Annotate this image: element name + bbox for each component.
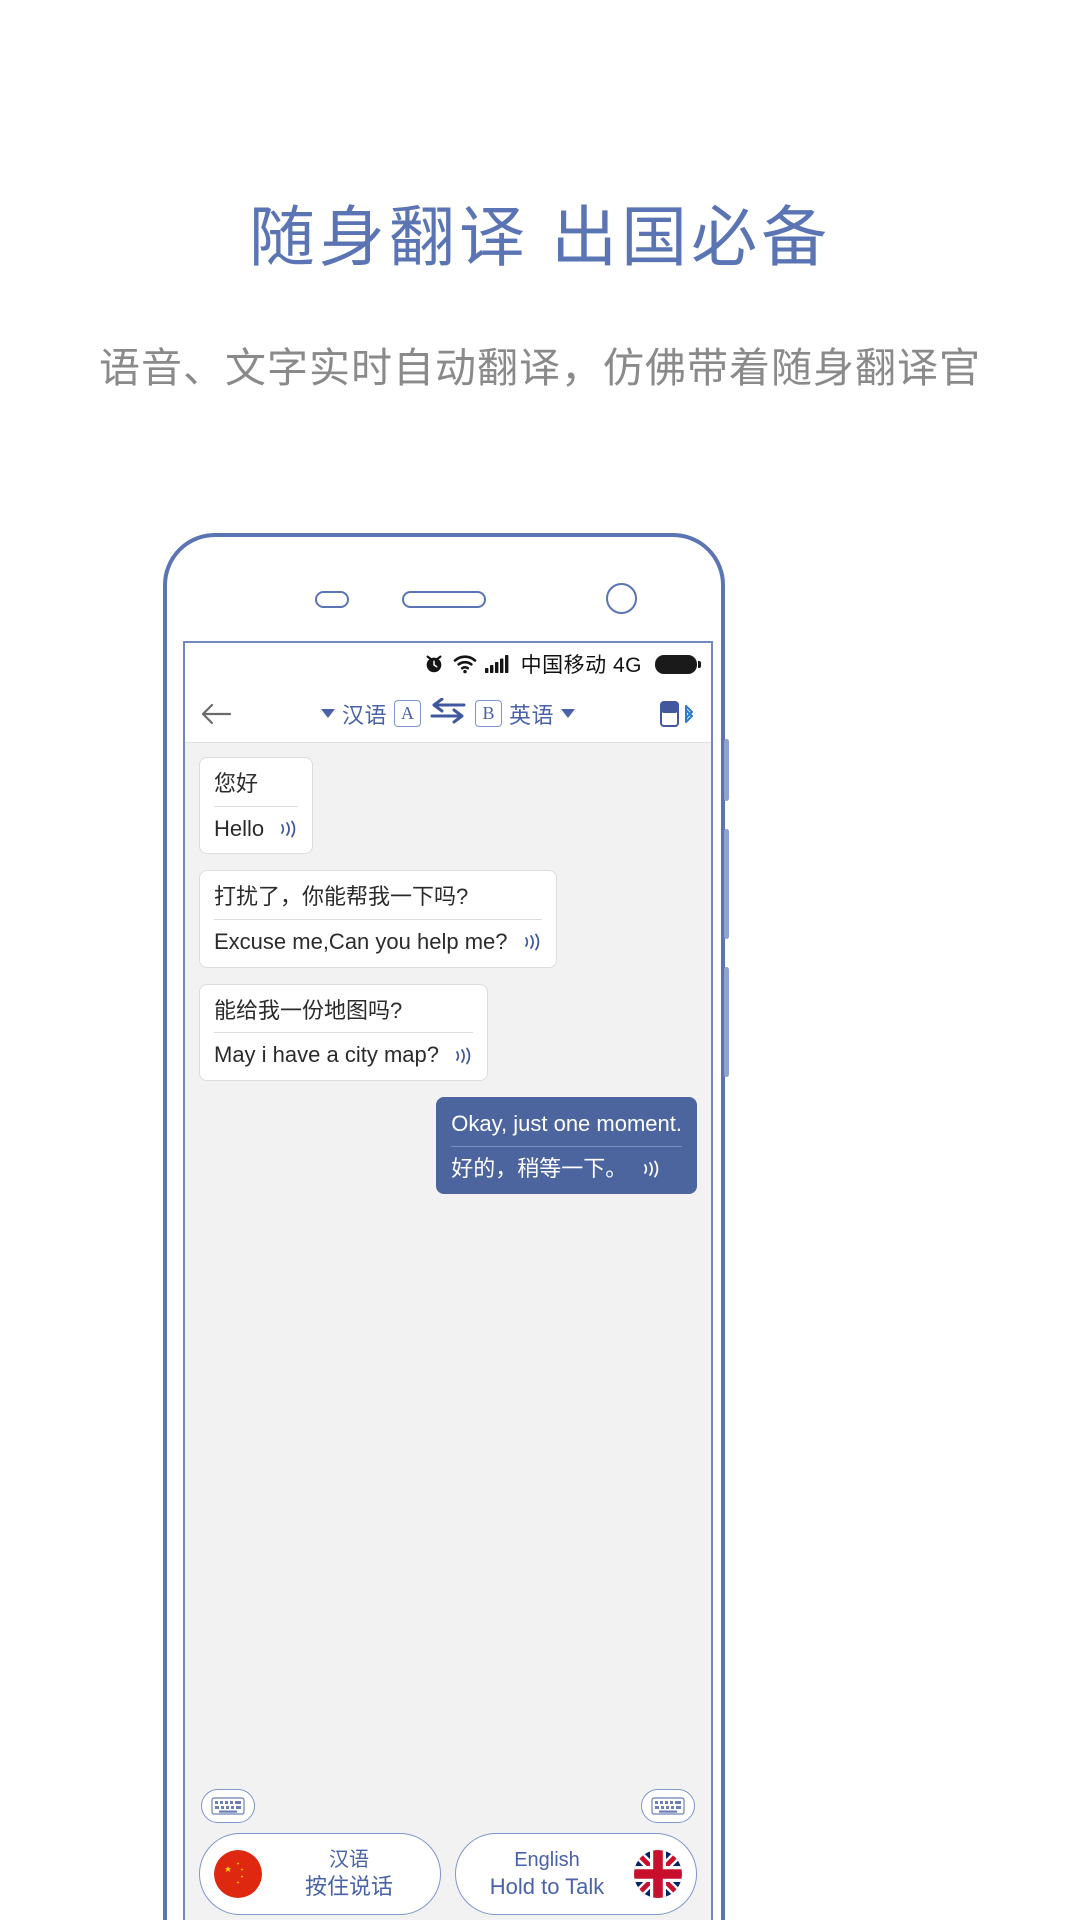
message-bubble-incoming[interactable]: 打扰了，你能帮我一下吗? Excuse me,Can you help me? [199,870,557,968]
target-language-label[interactable]: 英语 [509,698,554,730]
page-title: 随身翻译 出国必备 [248,200,832,274]
talk-labels: 汉语 按住说话 [272,1848,426,1901]
phone-side-button-mid [724,829,729,939]
message-row: Okay, just one moment. 好的，稍等一下。 [199,1096,697,1195]
keyboard-toggle-row [185,1789,711,1833]
keyboard-icon[interactable] [641,1789,695,1823]
source-lang-chevron-down-icon[interactable] [320,709,335,718]
front-sensor-icon [315,591,349,608]
battery-full-icon [655,654,701,674]
cellular-signal-icon [484,654,511,674]
phone-mockup: 中国移动 4G 汉语 A B 英语 您好 Hello 打扰了，你能帮我一下吗? … [163,533,729,1920]
speaker-wave-icon[interactable] [641,1159,661,1179]
message-bubble-incoming[interactable]: 能给我一份地图吗? May i have a city map? [199,983,488,1081]
talk-action-label: Hold to Talk [489,1873,605,1899]
message-translated-text: Hello [214,815,265,841]
message-bubble-outgoing[interactable]: Okay, just one moment. 好的，稍等一下。 [436,1096,697,1195]
wifi-icon [453,654,477,674]
message-source-text: 打扰了，你能帮我一下吗? [214,882,542,920]
bluetooth-device-icon[interactable] [659,698,697,730]
front-camera-icon [606,583,637,614]
uk-flag-icon [634,1850,682,1898]
keyboard-icon[interactable] [201,1789,255,1823]
talk-language-label: English [514,1848,580,1871]
status-bar: 中国移动 4G [185,643,711,685]
language-selector: 汉语 A B 英语 [320,697,576,730]
message-source-text: Okay, just one moment. [451,1109,682,1147]
phone-screen: 中国移动 4G 汉语 A B 英语 您好 Hello 打扰了，你能帮我一下吗? … [183,641,713,1920]
message-bubble-incoming[interactable]: 您好 Hello [199,757,314,855]
alarm-clock-icon [423,653,445,675]
talk-button-row: 汉语 按住说话 English Hold to Talk [185,1833,711,1920]
message-translated-text: May i have a city map? [214,1042,439,1068]
message-row: 能给我一份地图吗? May i have a city map? [199,983,697,1081]
back-arrow-icon[interactable] [197,702,235,726]
source-speaker-tag[interactable]: A [394,700,421,727]
speaker-wave-icon[interactable] [453,1046,473,1066]
message-translated-text: 好的，稍等一下。 [451,1155,628,1181]
talk-action-label: 按住说话 [304,1873,393,1899]
target-speaker-tag[interactable]: B [475,700,502,727]
promo-page: 随身翻译 出国必备 语音、文字实时自动翻译，仿佛带着随身翻译官 中国移动 4G … [0,0,1080,1920]
hold-to-talk-chinese-button[interactable]: 汉语 按住说话 [199,1833,441,1915]
phone-side-button-bottom [724,967,729,1077]
talk-labels: English Hold to Talk [470,1848,624,1901]
translation-nav-bar: 汉语 A B 英语 [185,685,711,743]
conversation-list: 您好 Hello 打扰了，你能帮我一下吗? Excuse me,Can you … [185,743,711,1789]
earpiece-speaker-icon [402,591,486,608]
message-source-text: 您好 [214,769,299,807]
phone-side-button-top [724,739,729,801]
hold-to-talk-english-button[interactable]: English Hold to Talk [455,1833,697,1915]
message-source-text: 能给我一份地图吗? [214,996,473,1034]
phone-top-bezel [167,537,721,637]
talk-language-label: 汉语 [329,1848,369,1871]
page-subtitle: 语音、文字实时自动翻译，仿佛带着随身翻译官 [99,345,981,391]
message-translated-text: Excuse me,Can you help me? [214,928,508,954]
speaker-wave-icon[interactable] [278,819,298,839]
carrier-label: 中国移动 4G [520,654,642,677]
target-lang-chevron-down-icon[interactable] [561,709,576,718]
swap-arrows-icon[interactable] [428,697,468,729]
speaker-wave-icon[interactable] [522,932,542,952]
china-flag-icon [214,1850,262,1898]
message-row: 打扰了，你能帮我一下吗? Excuse me,Can you help me? [199,870,697,968]
message-row: 您好 Hello [199,757,697,855]
source-language-label[interactable]: 汉语 [342,698,387,730]
